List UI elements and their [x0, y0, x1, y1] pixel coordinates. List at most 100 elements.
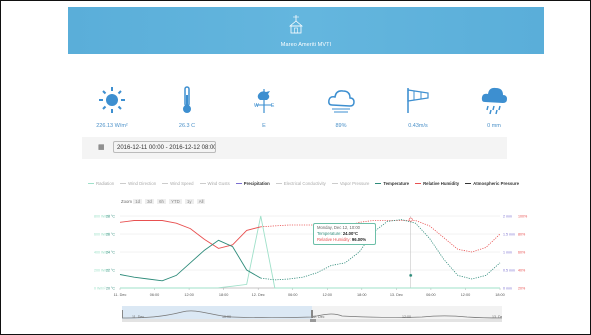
zoom-label: Zoom [121, 199, 132, 204]
legend-label: Wind Direction [128, 181, 157, 186]
axis-tick-precipitation: 1.5 mm [503, 233, 515, 237]
windsock-icon [407, 88, 429, 113]
axis-tick-temperature: 22 °C [106, 269, 115, 273]
zoom-button[interactable]: 1y [184, 199, 194, 204]
stat-wind-speed [388, 85, 448, 115]
x-tick-label: 06:00 [426, 293, 436, 297]
legend-item-wind-direction[interactable]: Wind Direction [120, 180, 156, 188]
legend-item-vapor-pressure[interactable]: Vapor Pressure [331, 180, 370, 188]
navigator-scroll-thumb [310, 319, 316, 322]
legend-label: Wind Speed [170, 181, 194, 186]
range-navigator[interactable]: 11. Dec 10:00 12. Dec 12:00 13. Dec [122, 306, 502, 322]
axis-tick-precipitation: 0 mm [503, 287, 512, 291]
calendar-icon: ▦ [98, 144, 105, 151]
stat-precipitation [464, 85, 524, 115]
weather-chart[interactable]: 0 W/m² 20 °C 0 mm 20%200 W/m²22 °C 0.5 mm 40%… [90, 210, 530, 302]
zoom-button[interactable]: YTD [169, 199, 182, 204]
zoom-button[interactable]: 1d [133, 199, 142, 204]
zoom-button[interactable]: 6h [157, 199, 166, 204]
date-range-input[interactable]: 2016-12-11 00:00 - 2016-12-12 08:00 [113, 141, 216, 153]
temperature-line [119, 239, 261, 282]
x-tick-label: 18:00 [219, 293, 229, 297]
legend-swatch [375, 183, 382, 185]
navigator-label: 12. Dec [312, 315, 325, 319]
axis-tick-precipitation: 1 mm [503, 251, 512, 255]
temperature-forecast-line [260, 219, 501, 281]
station-title: Mareo Ameriti MVTI [280, 42, 332, 48]
legend-item-temperature[interactable]: Temperature [375, 180, 409, 188]
house-weathervane-icon [289, 15, 303, 34]
axis-tick-temperature: 26 °C [106, 233, 115, 237]
thermometer-icon [183, 86, 191, 113]
x-tick-label: 06:00 [150, 293, 160, 297]
axis-tick-humidity: 80% [518, 233, 526, 237]
stat-humidity [311, 85, 371, 115]
chart-tooltip: Monday, Dec 12, 10:00 Temperature: 24.00… [313, 223, 376, 245]
chart-grid [119, 215, 501, 290]
legend-item-atmospheric-pressure[interactable]: Atmospheric Pressure [465, 180, 519, 188]
x-tick-label: 06:00 [288, 293, 298, 297]
legend-item-wind-gusts[interactable]: Wind Gusts [199, 180, 230, 188]
humidity-hover-point [408, 217, 413, 222]
legend-label: Atmospheric Pressure [473, 181, 519, 186]
axis-tick-radiation: 0 W/m² [94, 287, 106, 291]
x-tick-label: 12:00 [461, 293, 471, 297]
stat-wind-speed-value: 0.43m/s [408, 123, 428, 129]
temperature-hover-point [408, 273, 413, 278]
legend-label: Vapor Pressure [339, 181, 370, 186]
tooltip-humidity: Relative Humidity: 96.00% [317, 237, 372, 243]
legend-swatch [199, 183, 206, 185]
axis-tick-temperature: 24 °C [106, 251, 115, 255]
legend-item-relative-humidity[interactable]: Relative Humidity [415, 180, 459, 188]
tooltip-temp-value: 24.00°C [342, 231, 359, 236]
legend-swatch [162, 183, 169, 185]
axis-tick-humidity: 20% [518, 287, 526, 291]
zoom-selector: Zoom 1d 3d 6h YTD 1y All [121, 199, 207, 204]
tooltip-rh-value: 96.00% [351, 237, 367, 242]
header-banner: Mareo Ameriti MVTI [68, 7, 544, 54]
axis-tick-precipitation: 0.5 mm [503, 269, 515, 273]
legend-item-precipitation[interactable]: Precipitation [235, 180, 270, 188]
legend-item-electrical-conductivity[interactable]: Electrical Conductivity [275, 180, 326, 188]
legend-label: Precipitation [243, 181, 270, 186]
stat-humidity-value: 89% [335, 123, 347, 129]
svg-text:W: W [254, 103, 259, 109]
axis-tick-temperature: 28 °C [106, 215, 115, 219]
navigator-label: 11. Dec [132, 315, 144, 319]
legend-swatch [415, 183, 422, 185]
navigator-label: 12:00 [402, 315, 411, 319]
axis-tick-precipitation: 2 mm [503, 215, 512, 219]
legend-swatch [235, 183, 242, 185]
legend-label: Temperature [383, 181, 410, 186]
x-tick-label: 18:00 [495, 293, 505, 297]
x-tick-label: 12. Dec [252, 293, 265, 297]
legend-item-wind-speed[interactable]: Wind Speed [162, 180, 194, 188]
stat-radiation [82, 85, 142, 115]
axis-tick-temperature: 20 °C [106, 287, 115, 291]
cloud-icon [328, 90, 355, 113]
stat-temperature-value: 26.3 C [178, 123, 196, 129]
legend-swatch [331, 183, 338, 185]
humidity-forecast-line [260, 220, 501, 253]
humidity-line [119, 220, 261, 249]
chart-axes: 0 W/m² 20 °C 0 mm 20%200 W/m²22 °C 0.5 mm 40%… [94, 215, 528, 298]
legend-swatch [120, 183, 127, 185]
legend-swatch [275, 183, 282, 185]
legend-swatch [88, 183, 94, 185]
stat-wind-direction-value: E [262, 123, 266, 129]
rain-cloud-icon [481, 87, 507, 115]
svg-text:E: E [271, 103, 275, 109]
navigator-label: 13. Dec [492, 315, 502, 319]
stat-wind-direction: W E [234, 85, 294, 115]
legend-label: Radiation [96, 181, 115, 186]
axis-tick-humidity: 60% [518, 251, 526, 255]
zoom-button[interactable]: All [196, 199, 206, 204]
x-tick-label: 11. Dec [114, 293, 127, 297]
x-tick-label: 13. Dec [390, 293, 403, 297]
axis-tick-humidity: 40% [518, 269, 526, 273]
stat-radiation-value: 226.13 W/m² [96, 123, 128, 129]
axis-tick-humidity: 100% [518, 215, 528, 219]
legend-item-radiation[interactable]: Radiation [88, 180, 114, 188]
zoom-button[interactable]: 3d [145, 199, 154, 204]
stat-precipitation-value: 0 mm [487, 123, 501, 129]
